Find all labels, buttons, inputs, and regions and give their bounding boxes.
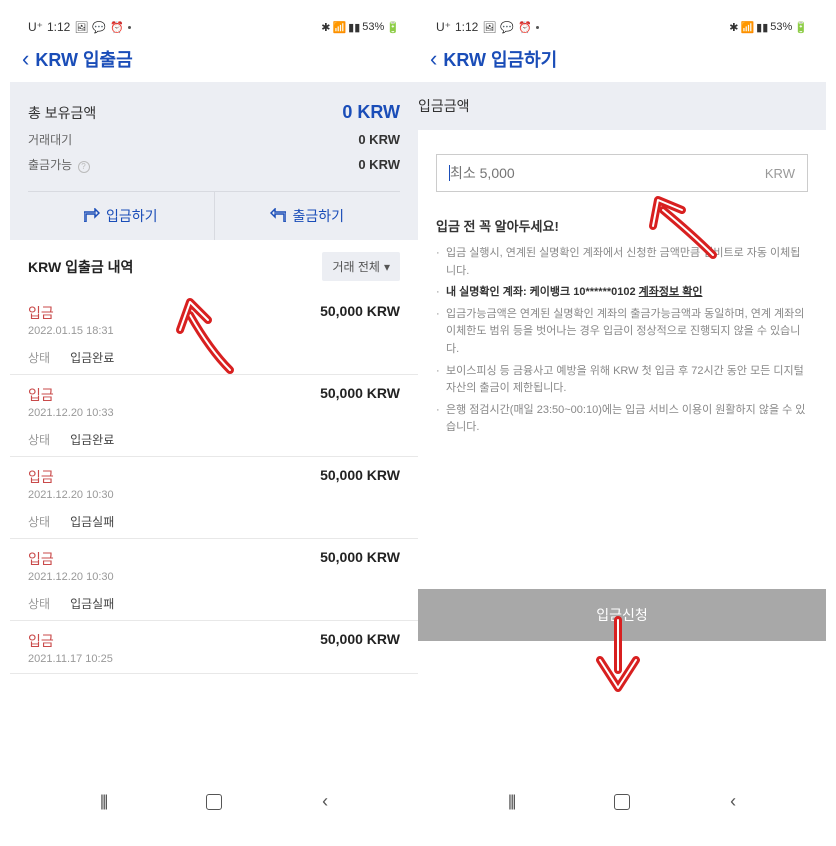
deposit-label: 입금하기 bbox=[106, 206, 158, 226]
status-value: 입금실패 bbox=[70, 513, 114, 530]
dot-icon bbox=[536, 26, 539, 29]
notice-list: 입금 실행시, 연계된 실명확인 계좌에서 신청한 금액만큼 업비트로 자동 이… bbox=[436, 245, 808, 437]
header: ‹ KRW 입출금 bbox=[10, 38, 418, 82]
home-button[interactable] bbox=[614, 794, 630, 810]
notice-title: 입금 전 꼭 알아두세요! bbox=[436, 216, 808, 235]
back-button[interactable]: ‹ bbox=[730, 791, 736, 812]
alarm-icon: ⏰ bbox=[110, 21, 124, 34]
filter-button[interactable]: 거래 전체 ▾ bbox=[322, 252, 400, 281]
amount-input[interactable] bbox=[450, 165, 765, 181]
tx-amount: 50,000 KRW bbox=[320, 467, 400, 483]
signal-icon: ▮▮ bbox=[348, 21, 360, 34]
page-title: KRW 입금하기 bbox=[443, 46, 557, 72]
status-value: 입금완료 bbox=[70, 349, 114, 366]
carrier: U⁺ bbox=[436, 20, 451, 34]
tx-date: 2021.12.20 10:30 bbox=[28, 489, 114, 501]
tx-date: 2021.12.20 10:33 bbox=[28, 407, 114, 419]
dot-icon bbox=[128, 26, 131, 29]
recents-button[interactable]: ||| bbox=[100, 793, 106, 811]
notice-item: 내 실명확인 계좌: 케이뱅크 10******0102 계좌정보 확인 bbox=[436, 284, 808, 302]
chat-icon: 💬 bbox=[500, 21, 514, 34]
withdraw-button[interactable]: 출금하기 bbox=[215, 192, 401, 240]
chevron-down-icon: ▾ bbox=[384, 260, 390, 274]
withdraw-label: 출금하기 bbox=[292, 206, 344, 226]
history-item[interactable]: 입금 2021.11.17 10:25 50,000 KRW bbox=[10, 621, 418, 674]
status-value: 입금실패 bbox=[70, 595, 114, 612]
tx-type: 입금 bbox=[28, 303, 114, 323]
battery-icon: 🔋 bbox=[386, 21, 400, 34]
battery-icon: 🔋 bbox=[794, 21, 808, 34]
status-label: 상태 bbox=[28, 595, 50, 612]
back-icon[interactable]: ‹ bbox=[430, 46, 437, 72]
bluetooth-icon: ✱ bbox=[321, 21, 330, 34]
history-item[interactable]: 입금 2021.12.20 10:30 50,000 KRW 상태 입금실패 bbox=[10, 457, 418, 539]
available-label: 출금가능 ? bbox=[28, 156, 90, 173]
status-value: 입금완료 bbox=[70, 431, 114, 448]
tx-type: 입금 bbox=[28, 467, 114, 487]
nav-bar: ||| ‹ bbox=[10, 777, 418, 826]
signal-icon: ▮▮ bbox=[756, 21, 768, 34]
filter-label: 거래 전체 bbox=[332, 258, 380, 275]
notice-item: 보이스피싱 등 금융사고 예방을 위해 KRW 첫 입금 후 72시간 동안 모… bbox=[436, 363, 808, 398]
tx-amount: 50,000 KRW bbox=[320, 303, 400, 319]
wifi-icon: 📶 bbox=[332, 21, 346, 34]
status-bar: U⁺ 1:12 🖼 💬 ⏰ ✱ 📶 ▮▮ 53% 🔋 bbox=[10, 10, 418, 38]
notice-item: 입금가능금액은 연계된 실명확인 계좌의 출금가능금액과 동일하며, 연계 계좌… bbox=[436, 306, 808, 359]
time: 1:12 bbox=[455, 20, 478, 34]
account-info-link[interactable]: 계좌정보 확인 bbox=[639, 286, 703, 298]
carrier: U⁺ bbox=[28, 20, 43, 34]
status-label: 상태 bbox=[28, 349, 50, 366]
total-label: 총 보유금액 bbox=[28, 103, 96, 123]
picture-icon: 🖼 bbox=[482, 21, 496, 34]
amount-label: 입금금액 bbox=[400, 82, 826, 130]
tx-amount: 50,000 KRW bbox=[320, 631, 400, 647]
back-icon[interactable]: ‹ bbox=[22, 46, 29, 72]
history-item[interactable]: 입금 2022.01.15 18:31 50,000 KRW 상태 입금완료 bbox=[10, 293, 418, 375]
status-bar: U⁺ 1:12 🖼 💬 ⏰ ✱ 📶 ▮▮ 53% 🔋 bbox=[418, 10, 826, 38]
pending-value: 0 KRW bbox=[358, 132, 400, 147]
tx-type: 입금 bbox=[28, 385, 114, 405]
recents-button[interactable]: ||| bbox=[508, 793, 514, 811]
battery-text: 53% bbox=[770, 21, 792, 33]
tx-date: 2021.11.17 10:25 bbox=[28, 653, 113, 665]
header: ‹ KRW 입금하기 bbox=[418, 38, 826, 82]
battery-text: 53% bbox=[362, 21, 384, 33]
amount-input-wrap[interactable]: KRW bbox=[436, 154, 808, 192]
withdraw-icon bbox=[270, 208, 286, 225]
total-value: 0 KRW bbox=[342, 102, 400, 123]
tx-date: 2022.01.15 18:31 bbox=[28, 325, 114, 337]
back-button[interactable]: ‹ bbox=[322, 791, 328, 812]
wifi-icon: 📶 bbox=[740, 21, 754, 34]
available-value: 0 KRW bbox=[358, 157, 400, 172]
tx-date: 2021.12.20 10:30 bbox=[28, 571, 114, 583]
nav-bar: ||| ‹ bbox=[418, 777, 826, 826]
chat-icon: 💬 bbox=[92, 21, 106, 34]
history-title: KRW 입출금 내역 bbox=[28, 257, 133, 277]
tx-amount: 50,000 KRW bbox=[320, 385, 400, 401]
tx-type: 입금 bbox=[28, 631, 113, 651]
status-label: 상태 bbox=[28, 513, 50, 530]
alarm-icon: ⏰ bbox=[518, 21, 532, 34]
help-icon[interactable]: ? bbox=[78, 161, 90, 173]
history-item[interactable]: 입금 2021.12.20 10:33 50,000 KRW 상태 입금완료 bbox=[10, 375, 418, 457]
history-item[interactable]: 입금 2021.12.20 10:30 50,000 KRW 상태 입금실패 bbox=[10, 539, 418, 621]
tx-amount: 50,000 KRW bbox=[320, 549, 400, 565]
pending-label: 거래대기 bbox=[28, 131, 72, 148]
deposit-button[interactable]: 입금하기 bbox=[28, 192, 215, 240]
home-button[interactable] bbox=[206, 794, 222, 810]
picture-icon: 🖼 bbox=[74, 21, 88, 34]
deposit-icon bbox=[84, 208, 100, 225]
page-title: KRW 입출금 bbox=[35, 46, 132, 72]
tx-type: 입금 bbox=[28, 549, 114, 569]
bluetooth-icon: ✱ bbox=[729, 21, 738, 34]
status-label: 상태 bbox=[28, 431, 50, 448]
currency-unit: KRW bbox=[765, 166, 795, 181]
notice-item: 입금 실행시, 연계된 실명확인 계좌에서 신청한 금액만큼 업비트로 자동 이… bbox=[436, 245, 808, 280]
submit-button[interactable]: 입금신청 bbox=[418, 589, 826, 641]
notice-item: 은행 점검시간(매일 23:50~00:10)에는 입금 서비스 이용이 원활하… bbox=[436, 402, 808, 437]
time: 1:12 bbox=[47, 20, 70, 34]
balance-summary: 총 보유금액 0 KRW 거래대기 0 KRW 출금가능 ? 0 KRW bbox=[10, 82, 418, 240]
